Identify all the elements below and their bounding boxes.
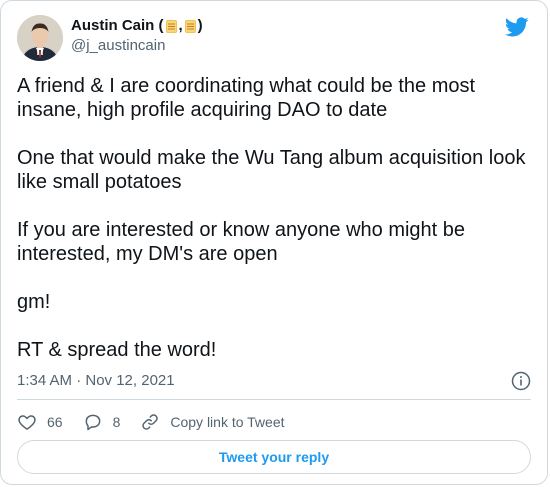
author-name-close: ) [197,17,203,34]
tweet-paragraph: One that would make the Wu Tang album ac… [17,147,526,193]
link-icon [142,414,159,430]
tweet-your-reply-button[interactable]: Tweet your reply [17,440,531,474]
tweet-timestamp[interactable]: 1:34 AM · Nov 12, 2021 [17,371,175,391]
twitter-bird-icon[interactable] [505,15,529,39]
tweet-card: Austin Cain ( , ) @j_austincain A friend… [0,0,548,485]
tweet-paragraph: A friend & I are coordinating what could… [17,75,476,121]
reply-count-button[interactable]: 8 [83,412,121,432]
reply-button-label: Tweet your reply [218,449,330,465]
divider [17,399,531,400]
tweet-paragraph: If you are interested or know anyone who… [17,219,466,265]
tweet-actions: 66 8 Copy link to Tweet [17,408,305,436]
reply-count: 8 [112,414,121,430]
author-name-separator: , [178,17,183,34]
author-block: Austin Cain ( , ) @j_austincain [71,16,203,56]
author-name[interactable]: Austin Cain ( , ) [71,16,203,36]
tweet-paragraph: gm! [17,291,51,313]
scroll-icon [184,19,196,33]
copy-link-button[interactable]: Copy link to Tweet [140,412,285,432]
author-name-text: Austin Cain ( [71,17,164,34]
tweet-header: Austin Cain ( , ) @j_austincain [17,13,531,61]
like-button[interactable]: 66 [17,412,63,432]
tweet-paragraph: RT & spread the word! [17,339,217,361]
tweet-body: A friend & I are coordinating what could… [17,74,532,362]
like-count: 66 [47,414,63,430]
scroll-icon [165,19,177,33]
author-handle[interactable]: @j_austincain [71,36,203,56]
avatar[interactable] [17,15,63,61]
comment-icon [85,414,100,431]
info-icon[interactable] [511,371,531,391]
copy-link-label: Copy link to Tweet [170,414,285,430]
avatar-image [17,15,63,61]
heart-icon [18,415,36,430]
